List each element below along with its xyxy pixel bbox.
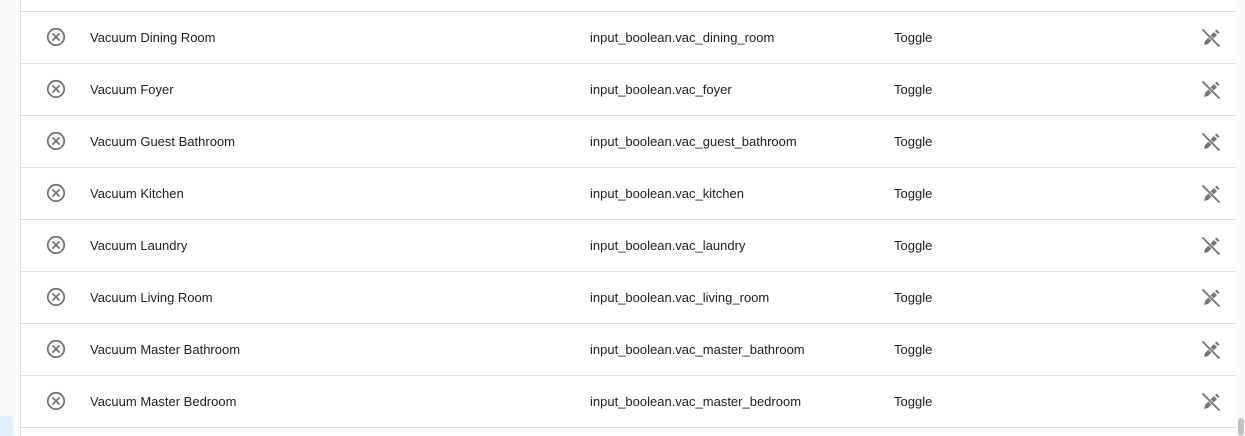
pencil-off-icon[interactable] [1200, 183, 1222, 205]
entity-domain: Toggle [894, 290, 933, 305]
table-row[interactable]: Vacuum Master Bathroom input_boolean.vac_… [21, 324, 1237, 376]
close-circle-icon[interactable] [46, 27, 66, 47]
entity-name: Vacuum Foyer [90, 82, 174, 97]
vertical-scrollbar[interactable] [1236, 0, 1245, 436]
entity-name: Vacuum Master Bedroom [90, 394, 237, 409]
pencil-off-icon[interactable] [1200, 287, 1222, 309]
entity-id: input_boolean.vac_living_room [590, 290, 770, 305]
table-row[interactable]: Vacuum Guest Bathroom input_boolean.vac_g… [21, 116, 1237, 168]
entity-name: Vacuum Dining Room [90, 30, 216, 45]
close-circle-icon[interactable] [46, 235, 66, 255]
table-row[interactable]: Vacuum Dining Room input_boolean.vac_dini… [21, 12, 1237, 64]
table-row[interactable]: Vacuum Living Room input_boolean.vac_livi… [21, 272, 1237, 324]
close-circle-icon[interactable] [46, 391, 66, 411]
entities-table: Vacuum Dining Room input_boolean.vac_dini… [20, 0, 1238, 436]
table-row[interactable]: Vacuum Laundry input_boolean.vac_laundry T… [21, 220, 1237, 272]
pencil-off-icon[interactable] [1200, 79, 1222, 101]
close-circle-icon[interactable] [46, 131, 66, 151]
pencil-off-icon[interactable] [1200, 339, 1222, 361]
entity-id: input_boolean.vac_laundry [590, 238, 746, 253]
entity-domain: Toggle [894, 342, 933, 357]
pencil-off-icon[interactable] [1200, 235, 1222, 257]
entity-domain: Toggle [894, 394, 933, 409]
entity-domain: Toggle [894, 186, 933, 201]
pencil-off-icon[interactable] [1200, 131, 1222, 153]
side-panel-tab[interactable] [0, 416, 13, 436]
pencil-off-icon[interactable] [1200, 27, 1222, 49]
scrollbar-thumb[interactable] [1238, 418, 1244, 436]
close-circle-icon[interactable] [46, 339, 66, 359]
entity-id: input_boolean.vac_dining_room [590, 30, 775, 45]
entity-domain: Toggle [894, 82, 933, 97]
table-body: Vacuum Dining Room input_boolean.vac_dini… [21, 12, 1237, 428]
entity-name: Vacuum Guest Bathroom [90, 134, 235, 149]
entity-id: input_boolean.vac_master_bedroom [590, 394, 802, 409]
entity-domain: Toggle [894, 238, 933, 253]
entity-name: Vacuum Kitchen [90, 186, 184, 201]
entity-id: input_boolean.vac_foyer [590, 82, 732, 97]
close-circle-icon[interactable] [46, 287, 66, 307]
table-row[interactable]: Vacuum Master Bedroom input_boolean.vac_m… [21, 376, 1237, 428]
entity-id: input_boolean.vac_kitchen [590, 186, 744, 201]
close-circle-icon[interactable] [46, 183, 66, 203]
entity-name: Vacuum Living Room [90, 290, 213, 305]
entities-page: Vacuum Dining Room input_boolean.vac_dini… [0, 0, 1245, 436]
close-circle-icon[interactable] [46, 79, 66, 99]
entity-domain: Toggle [894, 30, 933, 45]
entity-id: input_boolean.vac_guest_bathroom [590, 134, 797, 149]
entity-name: Vacuum Laundry [90, 238, 188, 253]
entity-id: input_boolean.vac_master_bathroom [590, 342, 805, 357]
pencil-off-icon[interactable] [1200, 391, 1222, 413]
entity-name: Vacuum Master Bathroom [90, 342, 241, 357]
table-row[interactable]: Vacuum Foyer input_boolean.vac_foyer Toggl… [21, 64, 1237, 116]
entity-domain: Toggle [894, 134, 933, 149]
table-row[interactable]: Vacuum Kitchen input_boolean.vac_kitchen T… [21, 168, 1237, 220]
